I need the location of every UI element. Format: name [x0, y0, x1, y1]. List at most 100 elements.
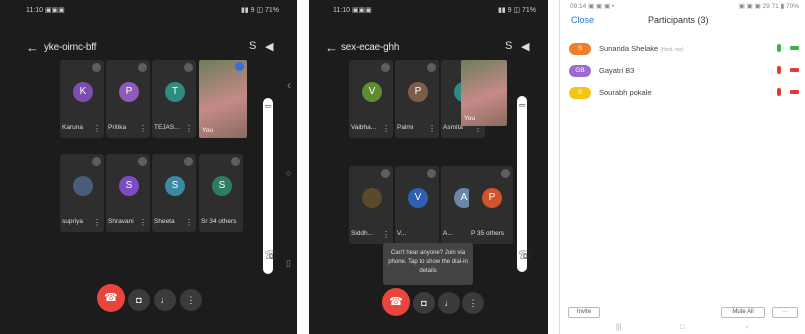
status-indicators: ▮▮ 9 ◫ 71% [497, 7, 536, 14]
status-time: 11:10 ▣▣▣ [26, 7, 65, 14]
pin-icon[interactable] [184, 157, 193, 166]
avatar: S [569, 43, 591, 55]
more-options-icon[interactable]: ⋮ [139, 124, 147, 133]
pin-icon[interactable] [427, 63, 436, 72]
participant-tile[interactable]: K Karuna ⋮ [60, 60, 104, 138]
participant-tile[interactable]: P Palmi ⋮ [395, 60, 439, 138]
back-icon[interactable]: ‹ [746, 324, 748, 331]
participant-name: Sourabh pokale [599, 88, 652, 97]
participant-tile[interactable]: P Pritika ⋮ [106, 60, 150, 138]
back-arrow-icon[interactable]: ← [325, 40, 338, 55]
more-options-icon[interactable]: ⋮ [428, 124, 436, 133]
mic-indicator-icon [235, 62, 244, 71]
participant-tile[interactable]: V Vaibha... ⋮ [349, 60, 393, 138]
more-options-icon[interactable]: ⋮ [382, 230, 390, 239]
pin-icon[interactable] [381, 63, 390, 72]
avatar: GB [569, 65, 591, 77]
more-options-icon[interactable]: ⋮ [93, 218, 101, 227]
pin-icon[interactable] [381, 169, 390, 178]
participant-tile[interactable]: supriya ⋮ [60, 154, 104, 232]
more-options-icon[interactable]: ⋮ [93, 124, 101, 133]
video-off-icon[interactable] [790, 68, 799, 72]
recent-apps-icon[interactable]: ||| [616, 324, 621, 331]
camera-toggle-icon[interactable]: ◘ [128, 289, 150, 311]
audio-toast[interactable]: Can't hear anyone? Join via phone. Tap t… [383, 243, 473, 285]
mute-all-button[interactable]: Mute All [721, 307, 765, 318]
mic-muted-icon[interactable] [777, 66, 781, 74]
pin-icon[interactable] [92, 157, 101, 166]
video-off-icon[interactable] [790, 90, 799, 94]
pin-icon[interactable] [184, 63, 193, 72]
participant-tile[interactable]: V V... [395, 166, 439, 244]
participant-row[interactable]: GB Gayatri B3 [566, 63, 799, 78]
self-video-tile[interactable]: You [199, 60, 247, 138]
more-button[interactable]: ··· [772, 307, 798, 318]
participant-tile[interactable]: S Shravani ⋮ [106, 154, 150, 232]
pin-icon[interactable] [92, 63, 101, 72]
drag-handle-icon[interactable]: ═ [265, 101, 271, 111]
participant-tile[interactable]: S Sheeta ⋮ [152, 154, 196, 232]
home-icon[interactable]: ○ [286, 168, 291, 178]
camera-toggle-icon[interactable]: ◘ [413, 292, 435, 314]
phone-icon[interactable]: ☏ [264, 248, 279, 262]
self-label: You [464, 115, 475, 122]
more-options-icon[interactable]: ⋮ [185, 124, 193, 133]
more-menu-icon[interactable]: ⋮ [462, 292, 484, 314]
speaker-icon[interactable]: ◀ [521, 40, 529, 53]
more-menu-icon[interactable]: ⋮ [180, 289, 202, 311]
pin-icon[interactable] [231, 157, 240, 166]
participant-tile[interactable]: Siddh... ⋮ [349, 166, 393, 244]
participant-name-wrap: Sunanda Shelake (Host, me) [599, 44, 684, 53]
participant-tile[interactable]: P P 35 others [469, 166, 513, 244]
pin-icon[interactable] [427, 169, 436, 178]
close-button[interactable]: Close [571, 15, 594, 25]
status-time: 11:10 ▣▣▣ [333, 7, 372, 14]
avatar: V [362, 82, 382, 102]
more-options-icon[interactable]: ⋮ [382, 124, 390, 133]
speaker-icon[interactable]: ◀ [265, 40, 273, 53]
camera-switch-icon[interactable]: S [249, 40, 256, 52]
phone-icon[interactable]: ☏ [518, 248, 533, 262]
participant-name: Sunanda Shelake [599, 44, 659, 53]
meeting-code[interactable]: yke-oirnc-bff [44, 42, 96, 53]
host-tag: (Host, me) [660, 47, 684, 53]
self-video-tile[interactable]: You [461, 60, 507, 126]
pin-icon[interactable] [501, 169, 510, 178]
recent-apps-icon[interactable]: ▯ [286, 258, 291, 269]
mic-status-icon[interactable] [777, 44, 781, 52]
home-icon[interactable]: □ [680, 324, 684, 331]
participant-row[interactable]: S Sourabh pokale [566, 85, 799, 100]
participant-row[interactable]: S Sunanda Shelake (Host, me) [566, 41, 799, 56]
avatar: P [408, 82, 428, 102]
video-status-icon[interactable] [790, 46, 799, 50]
more-options-icon[interactable]: ⋮ [139, 218, 147, 227]
mic-toggle-icon[interactable]: ♩ [438, 292, 460, 314]
avatar: P [119, 82, 139, 102]
status-bar: 11:10 ▣▣▣ ▮▮ 9 ◫ 71% [0, 4, 297, 16]
end-call-button[interactable]: ☎ [382, 288, 410, 316]
mic-muted-icon[interactable] [777, 88, 781, 96]
status-time: 09:14 ▣ ▣ ▣ • [570, 3, 615, 10]
pin-icon[interactable] [138, 157, 147, 166]
participant-tile[interactable]: T TEJAS... ⋮ [152, 60, 196, 138]
participant-tile[interactable]: S Sr 34 others [199, 154, 243, 232]
avatar: P [482, 188, 502, 208]
pin-icon[interactable] [138, 63, 147, 72]
side-panel[interactable] [517, 96, 527, 272]
chevron-left-icon[interactable]: ‹ [287, 78, 291, 92]
mic-toggle-icon[interactable]: ♩ [154, 289, 176, 311]
more-options-icon[interactable]: ⋮ [185, 218, 193, 227]
status-bar: 09:14 ▣ ▣ ▣ • ▣ ▣ ▣ 29 71 ▮ 70% [570, 2, 799, 10]
participants-screen: 09:14 ▣ ▣ ▣ • ▣ ▣ ▣ 29 71 ▮ 70% Close Pa… [559, 0, 805, 334]
meeting-code[interactable]: sex-ecae-ghh [341, 42, 399, 53]
status-bar: 11:10 ▣▣▣ ▮▮ 9 ◫ 71% [309, 4, 548, 16]
avatar-photo [362, 188, 382, 208]
page-title: Participants (3) [648, 15, 709, 25]
avatar: T [165, 82, 185, 102]
end-call-button[interactable]: ☎ [97, 284, 125, 312]
back-arrow-icon[interactable]: ← [26, 40, 39, 55]
invite-button[interactable]: Invite [568, 307, 600, 318]
camera-switch-icon[interactable]: S [505, 40, 512, 52]
avatar: K [73, 82, 93, 102]
drag-handle-icon[interactable]: ═ [519, 100, 525, 110]
